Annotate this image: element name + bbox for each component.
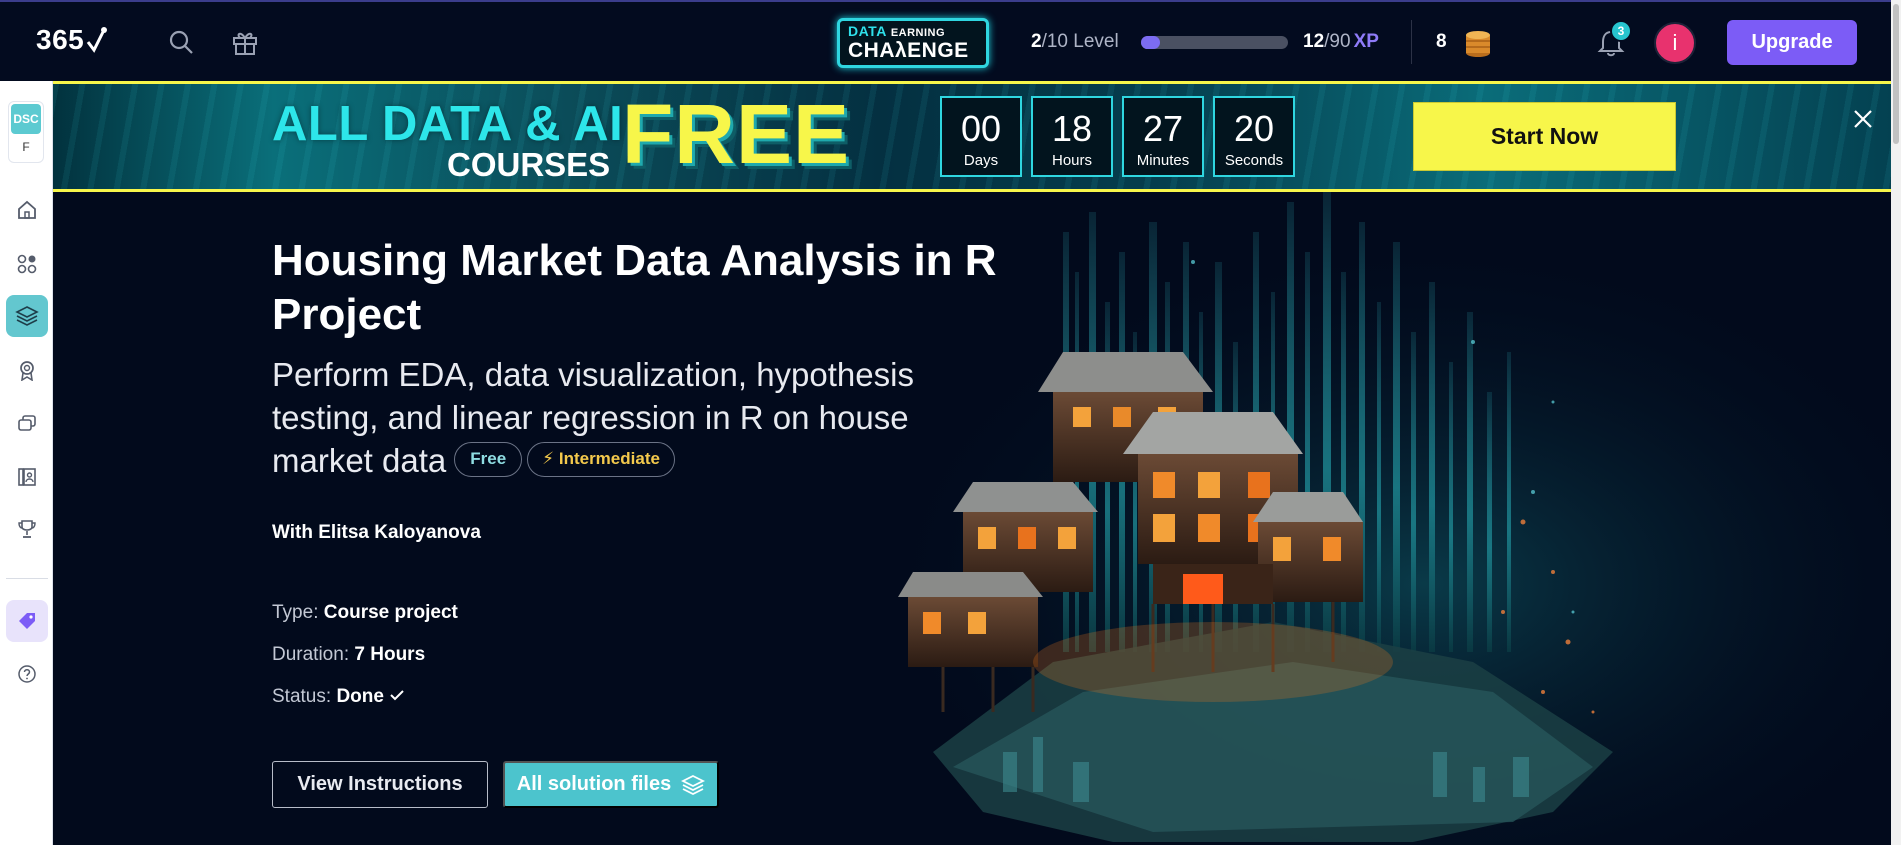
xp-current: 12 bbox=[1303, 31, 1325, 52]
sidebar-item-achievements[interactable] bbox=[6, 508, 48, 550]
price-tag-icon bbox=[19, 613, 35, 629]
course-subtitle: Perform EDA, data visualization, hypothe… bbox=[272, 354, 1012, 483]
intermediate-badge: ⚡ Intermediate bbox=[527, 441, 675, 477]
workspace-switcher[interactable]: DSC F bbox=[8, 101, 44, 163]
countdown-value: 20 bbox=[1233, 108, 1275, 149]
header-divider bbox=[1411, 20, 1412, 64]
type-value: Course project bbox=[323, 602, 458, 623]
countdown-label: Seconds bbox=[1224, 152, 1284, 169]
promo-banner: ALL DATA & AI COURSES FREE 00 Days 18 Ho… bbox=[53, 81, 1891, 192]
cards-icon bbox=[18, 415, 36, 431]
xp-indicator: 12/90 XP bbox=[1303, 31, 1379, 53]
top-navigation-bar: 365 DATA EARNING CHAλENGE 2/10 Level 12/9… bbox=[0, 0, 1901, 81]
page-scrollbar[interactable] bbox=[1891, 0, 1901, 845]
logo-text: 365 bbox=[36, 24, 85, 55]
sidebar-item-help[interactable] bbox=[6, 653, 48, 695]
sidebar-item-dashboard[interactable] bbox=[6, 243, 48, 285]
course-status: Status: Done bbox=[272, 686, 405, 708]
promo-title-line2: COURSES bbox=[447, 146, 611, 183]
challenge-word-data: DATA bbox=[848, 23, 887, 39]
promo-free-text: FREE bbox=[622, 87, 851, 181]
sidebar-item-pricing[interactable] bbox=[6, 600, 48, 642]
search-icon[interactable] bbox=[165, 26, 197, 58]
level-progress-bar bbox=[1141, 36, 1288, 49]
layers-icon bbox=[15, 306, 39, 326]
sidebar-item-home[interactable] bbox=[6, 189, 48, 231]
free-badge: Free bbox=[454, 441, 523, 477]
notification-count-badge: 3 bbox=[1610, 20, 1632, 42]
countdown-value: 18 bbox=[1051, 108, 1093, 149]
sidebar-item-projects[interactable] bbox=[6, 295, 48, 337]
countdown-days: 00 Days bbox=[940, 96, 1022, 177]
trophy-icon bbox=[18, 520, 36, 538]
level-current: 2 bbox=[1031, 31, 1042, 52]
library-icon bbox=[18, 468, 36, 486]
status-label: Status: bbox=[272, 686, 332, 707]
logo-check-icon bbox=[87, 27, 108, 53]
workspace-letter: F bbox=[22, 140, 30, 154]
status-value: Done bbox=[336, 686, 384, 707]
start-now-button[interactable]: Start Now bbox=[1413, 102, 1676, 171]
scrollbar-thumb[interactable] bbox=[1893, 4, 1899, 144]
all-solution-files-button[interactable]: All solution files bbox=[503, 761, 719, 808]
grid-icon bbox=[17, 254, 37, 274]
xp-label: XP bbox=[1353, 31, 1379, 52]
level-progress-fill bbox=[1141, 36, 1161, 49]
sidebar-divider bbox=[6, 578, 48, 579]
sidebar-item-flashcards[interactable] bbox=[6, 402, 48, 444]
course-title: Housing Market Data Analysis in R Projec… bbox=[272, 236, 997, 339]
award-icon bbox=[20, 361, 34, 381]
sidebar-item-library[interactable] bbox=[6, 456, 48, 498]
intermediate-label: Intermediate bbox=[558, 448, 660, 468]
coin-stack-icon[interactable] bbox=[1463, 27, 1493, 59]
left-sidebar: DSC F bbox=[0, 81, 53, 845]
course-type: Type: Course project bbox=[272, 602, 458, 624]
lightning-icon: ⚡ bbox=[542, 448, 555, 468]
xp-suffix: /90 bbox=[1324, 31, 1351, 52]
close-icon[interactable] bbox=[1850, 106, 1876, 132]
countdown-hours: 18 Hours bbox=[1031, 96, 1113, 177]
sidebar-item-certificates[interactable] bbox=[6, 349, 48, 391]
gift-icon[interactable] bbox=[229, 26, 261, 58]
challenge-word-learning: EARNING bbox=[890, 27, 946, 39]
check-icon bbox=[390, 690, 404, 701]
countdown-value: 00 bbox=[960, 108, 1002, 149]
view-instructions-button[interactable]: View Instructions bbox=[272, 761, 488, 808]
type-label: Type: bbox=[272, 602, 319, 623]
level-suffix: /10 Level bbox=[1041, 31, 1119, 52]
coin-count: 8 bbox=[1436, 31, 1447, 52]
duration-label: Duration: bbox=[272, 644, 350, 665]
level-indicator: 2/10 Level bbox=[1031, 31, 1119, 53]
promo-title-line1: ALL DATA & AI bbox=[272, 97, 624, 151]
layers-icon bbox=[681, 774, 706, 795]
challenge-word-challenge: CHAλENGE bbox=[848, 39, 969, 62]
data-learning-challenge-badge[interactable]: DATA EARNING CHAλENGE bbox=[837, 18, 989, 68]
workspace-tag: DSC bbox=[11, 104, 41, 134]
course-hero: Housing Market Data Analysis in R Projec… bbox=[53, 192, 1891, 845]
countdown-value: 27 bbox=[1142, 108, 1184, 149]
countdown-minutes: 27 Minutes bbox=[1122, 96, 1204, 177]
logo[interactable]: 365 bbox=[36, 24, 108, 56]
duration-value: 7 Hours bbox=[354, 644, 426, 665]
course-author: With Elitsa Kaloyanova bbox=[272, 522, 481, 543]
upgrade-button[interactable]: Upgrade bbox=[1727, 20, 1857, 65]
home-icon bbox=[18, 200, 36, 219]
user-avatar[interactable]: i bbox=[1654, 22, 1696, 64]
countdown-label: Days bbox=[963, 152, 999, 169]
countdown-label: Hours bbox=[1051, 152, 1092, 169]
course-duration: Duration: 7 Hours bbox=[272, 644, 425, 666]
countdown-label: Minutes bbox=[1136, 152, 1190, 169]
all-solution-files-label: All solution files bbox=[516, 773, 672, 795]
countdown-seconds: 20 Seconds bbox=[1213, 96, 1295, 177]
help-icon bbox=[18, 665, 36, 683]
